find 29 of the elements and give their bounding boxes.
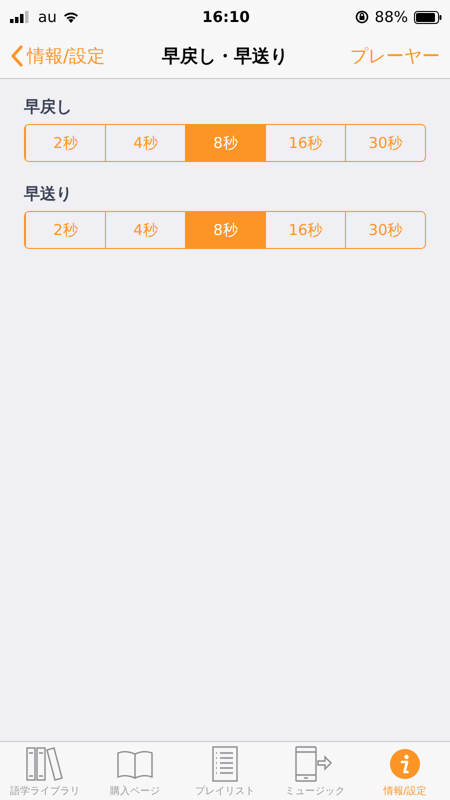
segment-option[interactable]: 30秒 <box>345 125 425 161</box>
segment-option[interactable]: 8秒 <box>185 125 265 161</box>
back-button[interactable]: 情報/設定 <box>10 44 106 68</box>
wifi-icon <box>62 11 79 23</box>
info-icon <box>389 748 421 780</box>
tab-item[interactable]: プレイリスト <box>180 742 270 800</box>
binders-icon <box>25 746 65 782</box>
segment-option[interactable]: 30秒 <box>345 212 425 248</box>
screen-title: 早戻し・早送り <box>162 45 288 68</box>
segment-option[interactable]: 2秒 <box>25 125 105 161</box>
open-book-icon <box>116 749 154 779</box>
rotation-lock-icon <box>354 10 369 24</box>
tab-item[interactable]: 購入ページ <box>90 742 180 800</box>
carrier-name: au <box>38 8 57 26</box>
segment-option[interactable]: 16秒 <box>265 125 345 161</box>
section-label: 早送り <box>24 184 72 205</box>
clock-time: 16:10 <box>202 8 250 26</box>
tab-item[interactable]: 語学ライブラリ <box>0 742 90 800</box>
segment-option[interactable]: 16秒 <box>265 212 345 248</box>
player-button[interactable]: プレーヤー <box>350 44 440 68</box>
tab-item[interactable]: ミュージック <box>270 742 360 800</box>
list-icon <box>212 746 238 782</box>
tab-item[interactable]: 情報/設定 <box>360 742 450 800</box>
battery-icon <box>414 10 442 24</box>
back-chevron-icon <box>10 45 23 67</box>
segment-option[interactable]: 2秒 <box>25 212 105 248</box>
battery-percent: 88% <box>374 8 408 26</box>
section-label: 早戻し <box>24 97 72 118</box>
segment-option[interactable]: 8秒 <box>185 212 265 248</box>
